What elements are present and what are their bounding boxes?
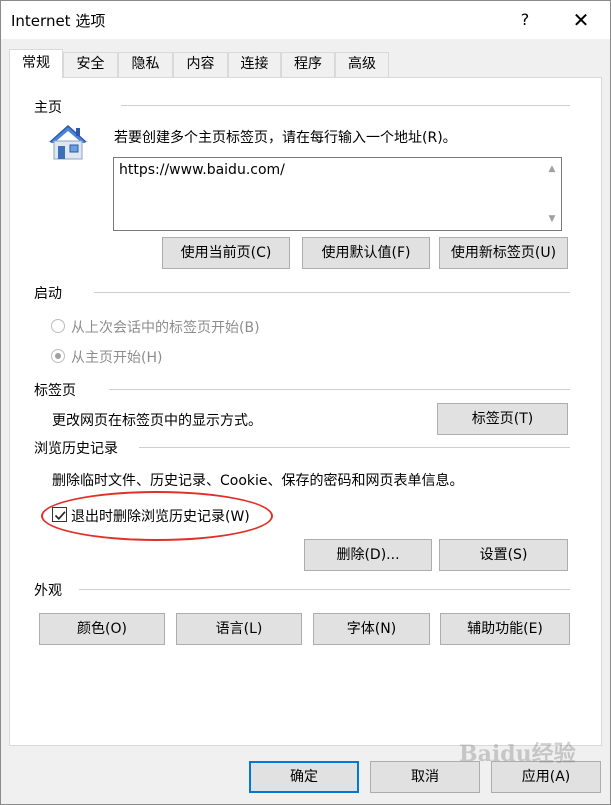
tab-general[interactable]: 常规 — [9, 49, 63, 78]
homepage-separator — [121, 105, 570, 106]
homepage-url-value: https://www.baidu.com/ — [119, 162, 285, 178]
radio-last-session-label: 从上次会话中的标签页开始(B) — [71, 320, 260, 336]
title-bar: Internet 选项 ? ✕ — [1, 1, 610, 39]
scroll-up-arrow-icon[interactable]: ▲ — [545, 162, 559, 176]
checkmark-icon — [54, 511, 66, 520]
startup-section-title: 启动 — [34, 286, 62, 302]
window-title: Internet 选项 — [11, 12, 106, 30]
history-section-title: 浏览历史记录 — [34, 441, 118, 457]
use-current-button[interactable]: 使用当前页(C) — [162, 237, 290, 269]
appearance-separator — [79, 589, 570, 590]
fonts-button[interactable]: 字体(N) — [313, 613, 430, 645]
radio-homepage-label: 从主页开始(H) — [71, 350, 163, 366]
homepage-section-title: 主页 — [34, 100, 62, 116]
home-icon — [49, 125, 87, 160]
tab-advanced[interactable]: 高级 — [335, 52, 389, 77]
internet-options-window: Internet 选项 ? ✕ 常规 安全 隐私 内容 连接 程序 高级 主页 … — [0, 0, 611, 805]
delete-history-button[interactable]: 删除(D)... — [304, 539, 432, 571]
apply-button[interactable]: 应用(A) — [491, 761, 601, 793]
history-separator — [139, 447, 570, 448]
colors-button[interactable]: 颜色(O) — [39, 613, 165, 645]
tab-programs[interactable]: 程序 — [281, 52, 335, 77]
radio-last-session[interactable] — [51, 319, 65, 333]
tab-content[interactable]: 内容 — [173, 52, 228, 77]
ok-button[interactable]: 确定 — [249, 761, 359, 793]
startup-separator — [94, 292, 570, 293]
delete-history-on-exit-checkbox[interactable] — [52, 507, 67, 522]
homepage-instruction: 若要创建多个主页标签页，请在每行输入一个地址(R)。 — [114, 130, 457, 146]
scroll-down-arrow-icon[interactable]: ▼ — [545, 212, 559, 226]
cancel-button[interactable]: 取消 — [370, 761, 480, 793]
homepage-url-textarea[interactable]: https://www.baidu.com/ ▲ ▼ — [113, 157, 562, 231]
tabs-section-title: 标签页 — [34, 383, 76, 399]
history-settings-button[interactable]: 设置(S) — [439, 539, 568, 571]
tabs-separator — [109, 389, 570, 390]
tab-security[interactable]: 安全 — [63, 52, 118, 77]
help-button[interactable]: ? — [507, 5, 543, 35]
tab-connections[interactable]: 连接 — [228, 52, 281, 77]
radio-homepage[interactable] — [51, 349, 65, 363]
use-default-button[interactable]: 使用默认值(F) — [302, 237, 430, 269]
delete-history-on-exit-label: 退出时删除浏览历史记录(W) — [71, 509, 250, 525]
close-button[interactable]: ✕ — [562, 5, 600, 35]
history-description: 删除临时文件、历史记录、Cookie、保存的密码和网页表单信息。 — [52, 473, 464, 489]
accessibility-button[interactable]: 辅助功能(E) — [440, 613, 570, 645]
languages-button[interactable]: 语言(L) — [176, 613, 302, 645]
tabs-description: 更改网页在标签页中的显示方式。 — [52, 413, 262, 429]
tab-privacy[interactable]: 隐私 — [118, 52, 173, 77]
use-new-tab-button[interactable]: 使用新标签页(U) — [439, 237, 568, 269]
tabs-settings-button[interactable]: 标签页(T) — [437, 403, 568, 435]
appearance-section-title: 外观 — [34, 583, 62, 599]
